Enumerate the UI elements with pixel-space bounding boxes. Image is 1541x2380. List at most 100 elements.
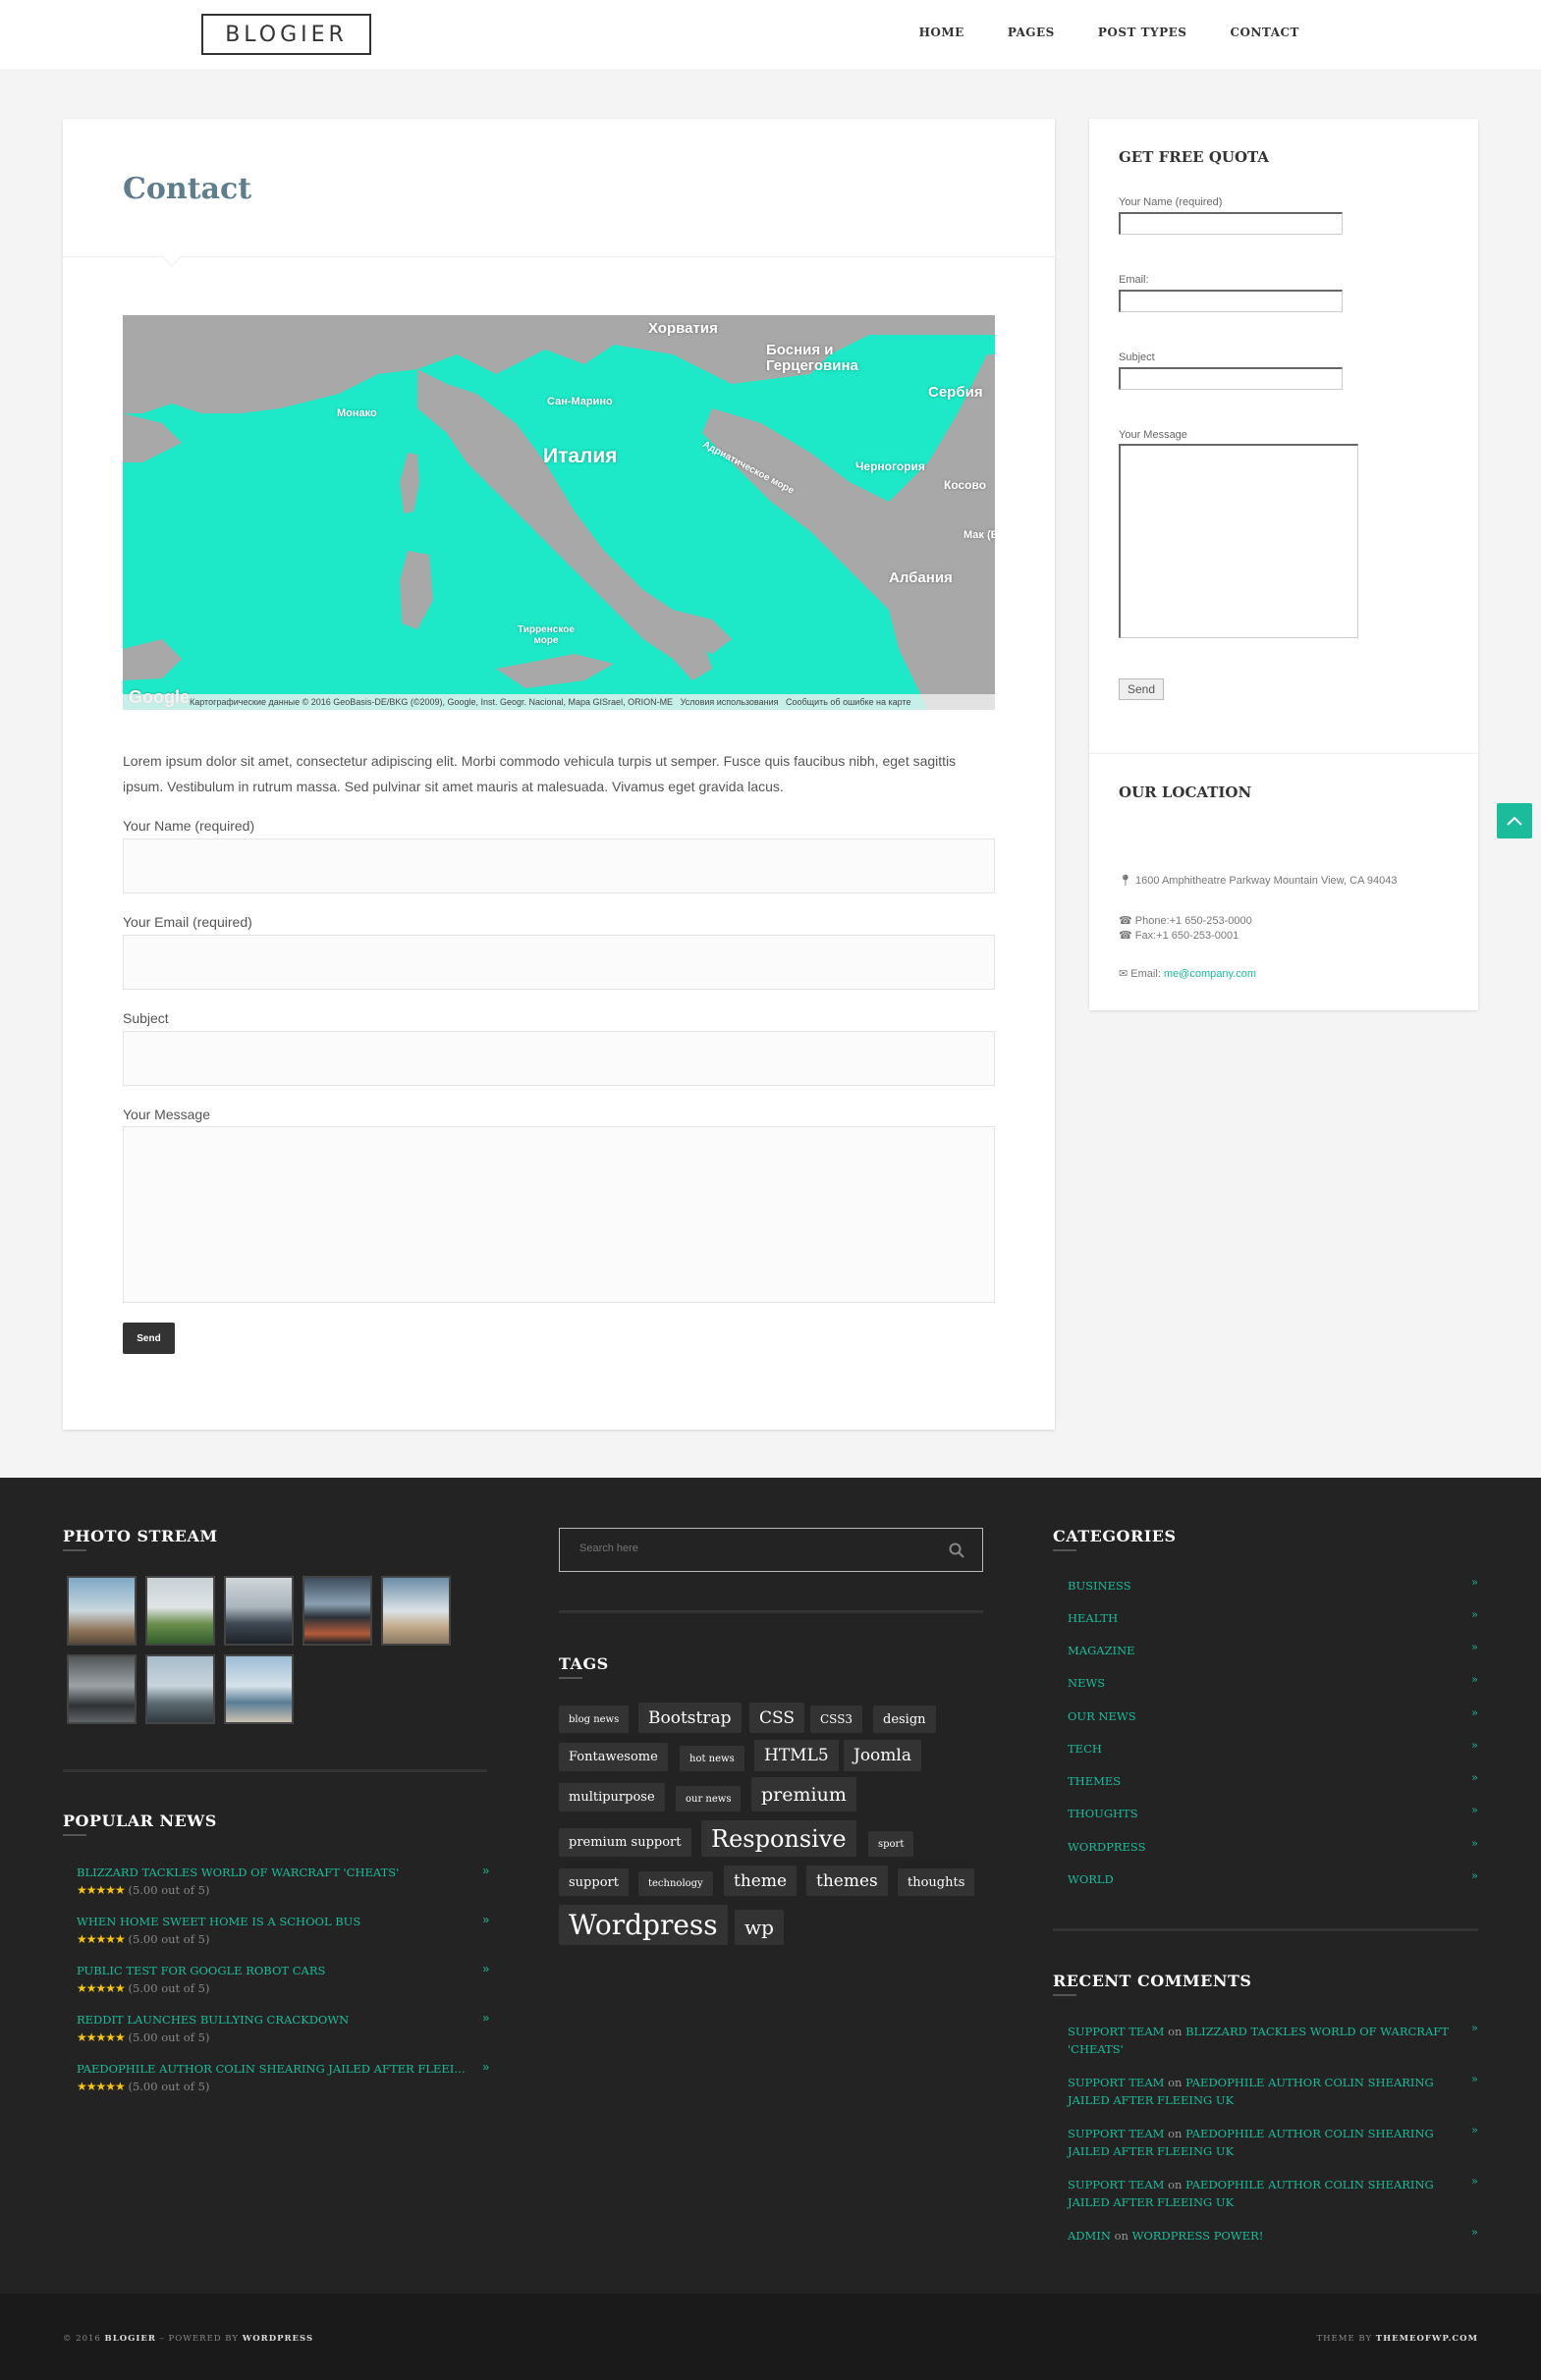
quota-name-field[interactable] bbox=[1119, 212, 1343, 235]
photo-thumb[interactable] bbox=[67, 1654, 137, 1724]
tag-link[interactable]: Responsive bbox=[701, 1820, 856, 1857]
category-link[interactable]: BUSINESS » bbox=[1068, 1575, 1478, 1593]
category-label[interactable]: THEMES bbox=[1068, 1774, 1121, 1788]
theme-credit: THEME BY THEMEOFWP.COM bbox=[1316, 2334, 1478, 2344]
category-link[interactable]: THEMES » bbox=[1068, 1770, 1478, 1788]
tag-link[interactable]: design bbox=[873, 1705, 936, 1733]
tag-link[interactable]: Bootstrap bbox=[638, 1703, 742, 1733]
category-label[interactable]: OUR NEWS bbox=[1068, 1709, 1136, 1723]
theme-site-link[interactable]: THEMEOFWP.COM bbox=[1376, 2334, 1478, 2344]
news-item[interactable]: REDDIT LAUNCHES BULLYING CRACKDOWN ★★★★★… bbox=[77, 2011, 489, 2044]
search-icon[interactable] bbox=[949, 1542, 964, 1558]
category-label[interactable]: BUSINESS bbox=[1068, 1579, 1131, 1593]
quota-subject-field[interactable] bbox=[1119, 367, 1343, 390]
news-title[interactable]: PUBLIC TEST FOR GOOGLE ROBOT CARS bbox=[77, 1964, 469, 1977]
address-text: 1600 Amphitheatre Parkway Mountain View,… bbox=[1135, 875, 1398, 887]
tag-link[interactable]: theme bbox=[724, 1866, 798, 1896]
news-title[interactable]: WHEN HOME SWEET HOME IS A SCHOOL BUS bbox=[77, 1915, 469, 1928]
tag-link[interactable]: Joomla bbox=[844, 1740, 921, 1771]
tag-link[interactable]: our news bbox=[676, 1786, 742, 1812]
map-terms-link[interactable]: Условия использования bbox=[681, 697, 779, 707]
tag-link[interactable]: support bbox=[559, 1868, 629, 1896]
news-title[interactable]: PAEDOPHILE AUTHOR COLIN SHEARING JAILED … bbox=[77, 2062, 469, 2076]
tag-link[interactable]: CSS3 bbox=[810, 1705, 863, 1733]
photo-thumb[interactable] bbox=[224, 1576, 294, 1646]
search-input[interactable] bbox=[579, 1542, 913, 1554]
nav-contact[interactable]: CONTACT bbox=[1230, 26, 1299, 40]
map-label-tyrrhenian: Тирренское море bbox=[518, 624, 575, 646]
photo-thumb[interactable] bbox=[67, 1576, 137, 1646]
category-label[interactable]: WORLD bbox=[1068, 1872, 1114, 1886]
comment-on: on bbox=[1168, 2076, 1183, 2089]
news-item[interactable]: PAEDOPHILE AUTHOR COLIN SHEARING JAILED … bbox=[77, 2060, 489, 2093]
comment-post-link[interactable]: WORDPRESS POWER! bbox=[1132, 2229, 1264, 2243]
tag-link[interactable]: premium bbox=[751, 1777, 856, 1812]
copyright-platform-link[interactable]: WORDPRESS bbox=[243, 2334, 313, 2344]
category-link[interactable]: NEWS » bbox=[1068, 1672, 1478, 1690]
comment-author[interactable]: ADMIN bbox=[1068, 2229, 1111, 2243]
photo-thumb[interactable] bbox=[381, 1576, 451, 1646]
photo-thumb[interactable] bbox=[303, 1576, 372, 1646]
chevron-right-icon: » bbox=[1470, 1672, 1478, 1686]
copyright-brand[interactable]: BLOGIER bbox=[105, 2334, 156, 2344]
comment-author[interactable]: SUPPORT TEAM bbox=[1068, 2025, 1164, 2038]
category-link[interactable]: WORDPRESS » bbox=[1068, 1836, 1478, 1854]
category-link[interactable]: TECH » bbox=[1068, 1738, 1478, 1756]
email-label-text: Email: bbox=[1130, 968, 1161, 980]
tag-link[interactable]: technology bbox=[638, 1871, 713, 1896]
email-link[interactable]: me@company.com bbox=[1164, 968, 1256, 980]
category-label[interactable]: WORDPRESS bbox=[1068, 1840, 1145, 1854]
quota-send-button[interactable]: Send bbox=[1119, 678, 1164, 700]
tag-link[interactable]: premium support bbox=[559, 1828, 691, 1857]
tag-link[interactable]: blog news bbox=[559, 1705, 630, 1733]
category-label[interactable]: TECH bbox=[1068, 1742, 1102, 1756]
tag-link[interactable]: Fontawesome bbox=[559, 1743, 668, 1771]
comment-author[interactable]: SUPPORT TEAM bbox=[1068, 2127, 1164, 2140]
nav-home[interactable]: HOME bbox=[919, 26, 964, 40]
email-field[interactable] bbox=[123, 935, 995, 990]
category-link[interactable]: WORLD » bbox=[1068, 1868, 1478, 1886]
news-item[interactable]: WHEN HOME SWEET HOME IS A SCHOOL BUS ★★★… bbox=[77, 1913, 489, 1946]
tag-link[interactable]: sport bbox=[868, 1831, 914, 1857]
category-link[interactable]: MAGAZINE » bbox=[1068, 1640, 1478, 1657]
category-label[interactable]: HEALTH bbox=[1068, 1611, 1118, 1625]
tag-link[interactable]: thoughts bbox=[898, 1868, 975, 1896]
quota-email-field[interactable] bbox=[1119, 290, 1343, 312]
tag-link[interactable]: CSS bbox=[749, 1703, 805, 1733]
tag-link[interactable]: multipurpose bbox=[559, 1783, 665, 1812]
photo-thumb[interactable] bbox=[145, 1654, 215, 1724]
tag-link[interactable]: HTML5 bbox=[754, 1740, 839, 1771]
comment-author[interactable]: SUPPORT TEAM bbox=[1068, 2178, 1164, 2191]
news-title[interactable]: BLIZZARD TACKLES WORLD OF WARCRAFT 'CHEA… bbox=[77, 1866, 469, 1879]
map-report-link[interactable]: Сообщить об ошибке на карте bbox=[786, 697, 910, 707]
site-logo[interactable]: BLOGIER bbox=[201, 14, 371, 55]
send-button[interactable]: Send bbox=[123, 1323, 175, 1354]
chevron-right-icon: » bbox=[1470, 2225, 1478, 2239]
message-field[interactable] bbox=[123, 1126, 995, 1303]
comment-author[interactable]: SUPPORT TEAM bbox=[1068, 2076, 1164, 2089]
quota-message-field[interactable] bbox=[1119, 444, 1358, 638]
tag-link[interactable]: Wordpress bbox=[559, 1905, 728, 1945]
subject-field[interactable] bbox=[123, 1031, 995, 1086]
nav-pages[interactable]: PAGES bbox=[1008, 26, 1055, 40]
fax-text: Fax:+1 650-253-0001 bbox=[1134, 930, 1239, 942]
tag-link[interactable]: hot news bbox=[680, 1746, 744, 1771]
category-label[interactable]: NEWS bbox=[1068, 1676, 1105, 1690]
tag-link[interactable]: wp bbox=[735, 1910, 784, 1945]
news-item[interactable]: PUBLIC TEST FOR GOOGLE ROBOT CARS ★★★★★ … bbox=[77, 1962, 489, 1995]
photo-thumb[interactable] bbox=[224, 1654, 294, 1724]
category-label[interactable]: MAGAZINE bbox=[1068, 1644, 1135, 1657]
google-map[interactable]: Хорватия Босния и Герцеговина Сербия Мон… bbox=[123, 315, 995, 710]
category-link[interactable]: OUR NEWS » bbox=[1068, 1705, 1478, 1723]
news-item[interactable]: BLIZZARD TACKLES WORLD OF WARCRAFT 'CHEA… bbox=[77, 1864, 489, 1897]
name-field[interactable] bbox=[123, 838, 995, 893]
phone-line: ☎ Phone:+1 650-253-0000 bbox=[1119, 914, 1252, 927]
category-link[interactable]: THOUGHTS » bbox=[1068, 1803, 1478, 1820]
back-to-top-button[interactable] bbox=[1497, 803, 1532, 838]
nav-post-types[interactable]: POST TYPES bbox=[1098, 26, 1187, 40]
category-link[interactable]: HEALTH » bbox=[1068, 1607, 1478, 1625]
news-title[interactable]: REDDIT LAUNCHES BULLYING CRACKDOWN bbox=[77, 2013, 469, 2027]
tag-link[interactable]: themes bbox=[806, 1866, 888, 1896]
category-label[interactable]: THOUGHTS bbox=[1068, 1807, 1138, 1820]
photo-thumb[interactable] bbox=[145, 1576, 215, 1646]
